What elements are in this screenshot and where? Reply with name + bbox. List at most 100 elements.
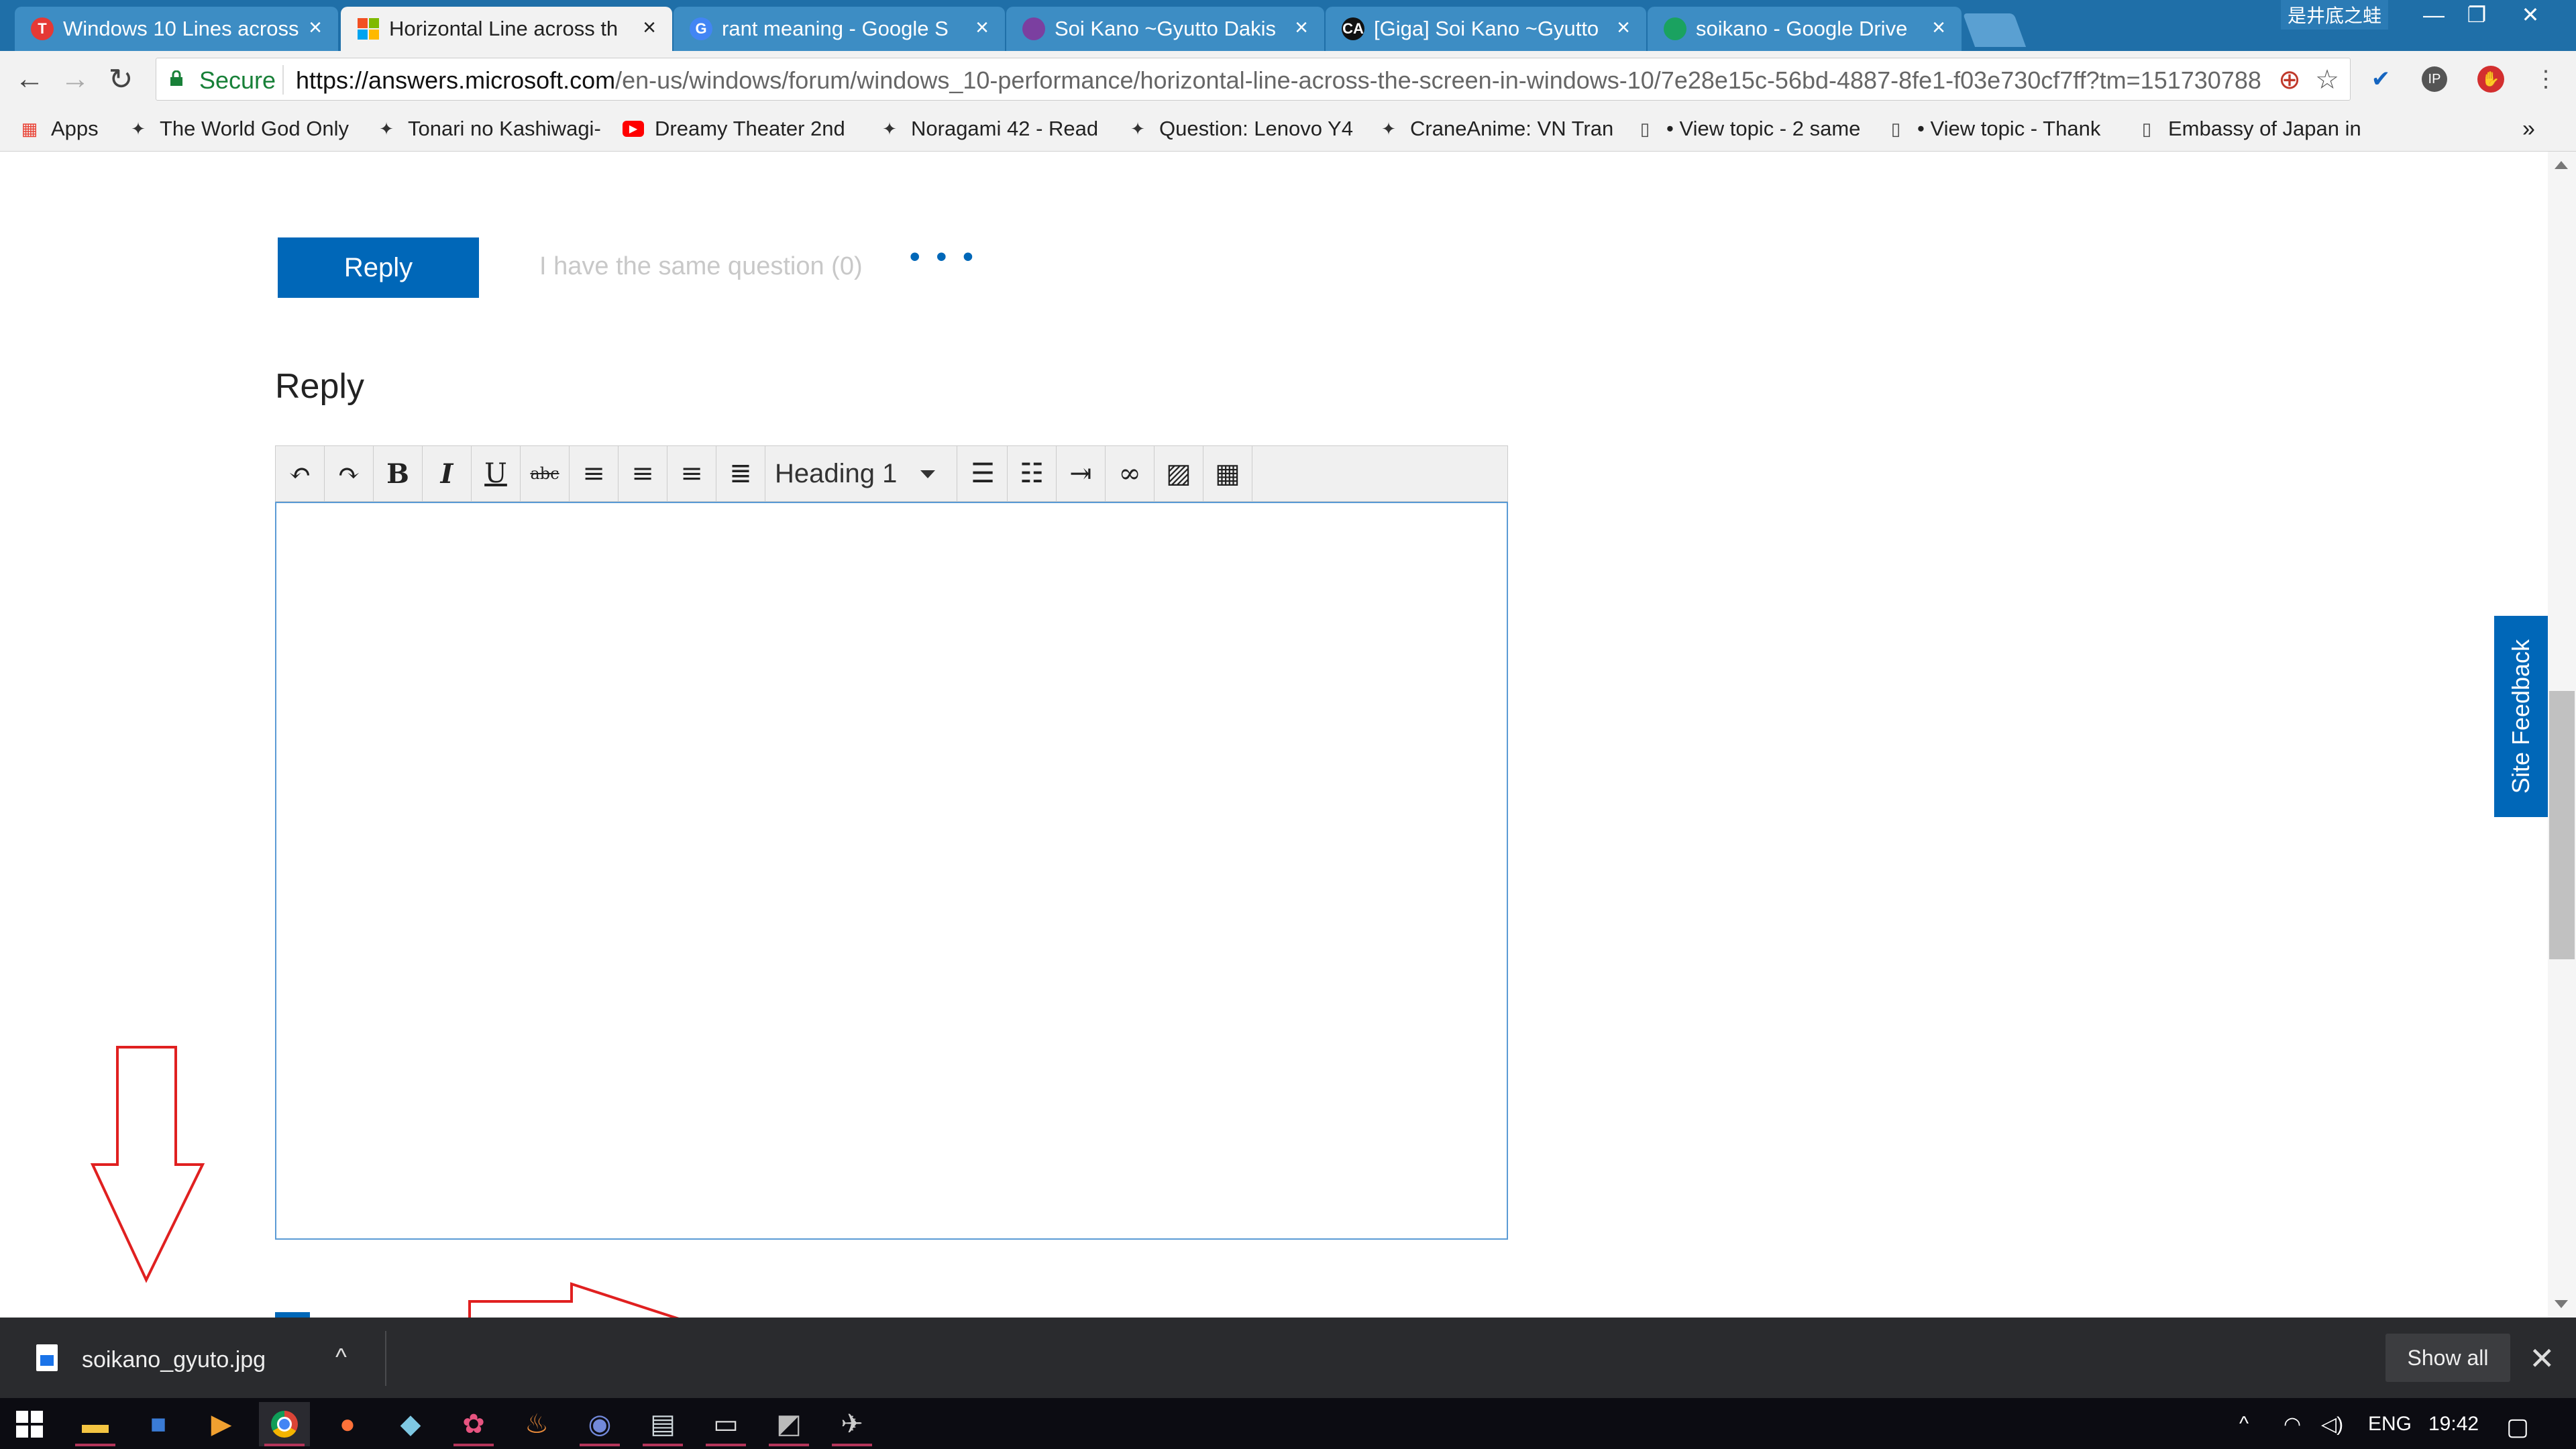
app-icon-1[interactable]: ◆: [385, 1402, 436, 1446]
bulleted-list-button[interactable]: ☰: [959, 446, 1008, 501]
redo-button[interactable]: ↷: [325, 446, 374, 501]
new-tab-button[interactable]: [1962, 13, 2027, 47]
minimize-button[interactable]: —: [2412, 0, 2455, 30]
align-right-button[interactable]: ≡: [667, 446, 716, 501]
bookmark-8[interactable]: ▯ • View topic - Thank: [1885, 115, 2113, 142]
align-center-button[interactable]: ≡: [619, 446, 667, 501]
lock-icon: [170, 70, 182, 86]
tab-close-icon[interactable]: ×: [643, 16, 656, 39]
volume-icon[interactable]: ◁): [2321, 1413, 2343, 1436]
restore-button[interactable]: ❐: [2455, 0, 2498, 30]
app-icon-5[interactable]: ◩: [763, 1402, 814, 1446]
app-icon-3[interactable]: ♨: [511, 1402, 562, 1446]
store-icon[interactable]: ■: [133, 1402, 184, 1446]
bookmark-3[interactable]: ▶ Dreamy Theater 2nd: [623, 115, 857, 142]
chevron-down-icon: [920, 470, 935, 478]
firefox-icon[interactable]: ●: [322, 1402, 373, 1446]
app-icon-6[interactable]: ✈: [826, 1402, 877, 1446]
menu-icon[interactable]: ⋮: [2529, 60, 2563, 98]
forward-icon[interactable]: →: [56, 60, 94, 98]
media-player-icon[interactable]: ▶: [196, 1402, 247, 1446]
terminal-icon[interactable]: ▭: [700, 1402, 751, 1446]
bold-button[interactable]: B: [374, 446, 423, 501]
close-window-button[interactable]: ✕: [2509, 0, 2552, 30]
image-button[interactable]: ▨: [1155, 446, 1203, 501]
translate-icon[interactable]: ⊕: [2273, 64, 2306, 96]
bookmark-5[interactable]: ✦ Question: Lenovo Y4: [1127, 115, 1355, 142]
extension-icon[interactable]: ✔: [2364, 60, 2398, 98]
tab-0[interactable]: T Windows 10 Lines across ×: [15, 7, 338, 51]
app-icon-4[interactable]: ▤: [637, 1402, 688, 1446]
site-feedback-label: Site Feedback: [2507, 639, 2535, 794]
heading-select[interactable]: Heading 1: [763, 446, 957, 501]
url-path: /en-us/windows/forum/windows_10-performa…: [615, 66, 2261, 94]
bookmark-0[interactable]: ▦ Apps: [19, 115, 106, 142]
tab-favicon-icon: G: [690, 17, 712, 40]
undo-button[interactable]: ↶: [276, 446, 325, 501]
download-filename[interactable]: soikano_gyuto.jpg: [82, 1347, 266, 1373]
close-shelf-icon[interactable]: ✕: [2529, 1340, 2555, 1377]
tab-favicon-icon: T: [31, 17, 54, 40]
file-explorer-icon[interactable]: ▬: [70, 1402, 121, 1446]
back-icon[interactable]: ←: [11, 60, 48, 98]
discord-icon[interactable]: ◉: [574, 1402, 625, 1446]
italic-button[interactable]: I: [423, 446, 472, 501]
site-feedback-button[interactable]: Site Feedback: [2494, 616, 2548, 817]
tab-close-icon[interactable]: ×: [309, 16, 322, 39]
url-text[interactable]: https://answers.microsoft.com/en-us/wind…: [296, 66, 2261, 95]
tab-1[interactable]: Horizontal Line across th ×: [341, 7, 672, 51]
clock[interactable]: 19:42: [2428, 1413, 2479, 1436]
page-blue-bar: [275, 1312, 310, 1318]
wifi-icon[interactable]: ◠: [2284, 1413, 2301, 1436]
bookmark-2[interactable]: ✦ Tonari no Kashiwagi-: [376, 115, 604, 142]
bookmark-4[interactable]: ✦ Noragami 42 - Read: [879, 115, 1107, 142]
reply-editor[interactable]: [275, 502, 1508, 1240]
align-left-button[interactable]: ≡: [570, 446, 619, 501]
page-icon: ▯: [1890, 118, 1901, 139]
app-icon-2[interactable]: ✿: [448, 1402, 499, 1446]
tab-2[interactable]: Grant meaning - Google S ×: [674, 7, 1005, 51]
show-all-button[interactable]: Show all: [2385, 1334, 2510, 1382]
download-caret-icon[interactable]: ^: [335, 1343, 347, 1371]
language-indicator[interactable]: ENG: [2368, 1413, 2412, 1436]
reply-heading: Reply: [275, 367, 364, 406]
bookmark-9[interactable]: ▯ Embassy of Japan in: [2136, 115, 2364, 142]
tab-title: Windows 10 Lines across: [63, 17, 299, 40]
strikethrough-button[interactable]: abc: [521, 446, 570, 501]
tab-close-icon[interactable]: ×: [1932, 16, 1945, 39]
more-options-button[interactable]: • • •: [910, 240, 977, 274]
link-button[interactable]: ∞: [1106, 446, 1155, 501]
ip-extension-icon[interactable]: IP: [2418, 60, 2451, 98]
action-center-icon[interactable]: ▢: [2506, 1413, 2529, 1441]
justify-button[interactable]: ≣: [716, 446, 765, 501]
bookmark-7[interactable]: ▯ • View topic - 2 same: [1634, 115, 1862, 142]
bookmarks-overflow[interactable]: »: [2522, 115, 2535, 142]
same-question-link[interactable]: I have the same question (0): [539, 252, 863, 281]
indent-button[interactable]: ⇥: [1057, 446, 1106, 501]
scrollbar-thumb[interactable]: [2549, 691, 2575, 959]
adblock-icon[interactable]: ✋: [2474, 60, 2508, 98]
chrome-icon[interactable]: [259, 1402, 310, 1446]
bookmark-1[interactable]: ✦ The World God Only: [127, 115, 356, 142]
bookmark-label: Apps: [51, 117, 99, 140]
tab-close-icon[interactable]: ×: [1295, 16, 1308, 39]
tab-3[interactable]: Soi Kano ~Gyutto Dakis ×: [1006, 7, 1324, 51]
tab-4[interactable]: CA [Giga] Soi Kano ~Gyutto ×: [1326, 7, 1646, 51]
start-icon[interactable]: [4, 1402, 55, 1446]
tab-close-icon[interactable]: ×: [1617, 16, 1630, 39]
address-bar[interactable]: Secure https://answers.microsoft.com/en-…: [156, 58, 2351, 101]
tab-close-icon[interactable]: ×: [975, 16, 989, 39]
scroll-down-icon[interactable]: [2555, 1300, 2568, 1308]
reply-button[interactable]: Reply: [278, 237, 479, 298]
reload-icon[interactable]: ↻: [102, 60, 140, 98]
tray-chevron-icon[interactable]: ^: [2239, 1413, 2249, 1436]
underline-button[interactable]: U: [472, 446, 521, 501]
bookmark-6[interactable]: ✦ CraneAnime: VN Tran: [1378, 115, 1613, 142]
tab-5[interactable]: soikano - Google Drive ×: [1648, 7, 1962, 51]
bookmark-star-icon[interactable]: ☆: [2311, 64, 2343, 96]
table-button[interactable]: ▦: [1203, 446, 1252, 501]
numbered-list-button[interactable]: ☷: [1008, 446, 1057, 501]
tab-title: rant meaning - Google S: [722, 17, 949, 40]
url-host: https://answers.microsoft.com: [296, 66, 616, 94]
scroll-up-icon[interactable]: [2555, 161, 2568, 169]
